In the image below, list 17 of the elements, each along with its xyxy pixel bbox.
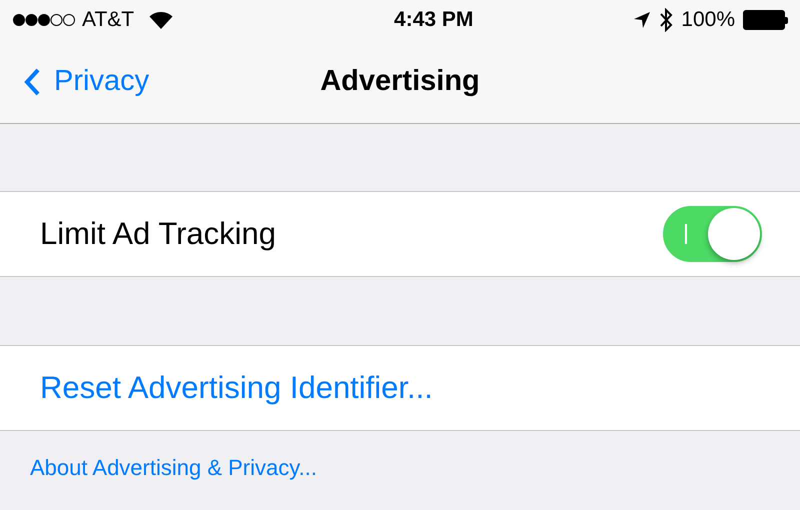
location-arrow-icon: [633, 11, 652, 29]
toggle-switch[interactable]: [663, 206, 762, 262]
wifi-icon: [148, 10, 174, 30]
battery-icon: [743, 10, 788, 30]
toggle-thumb[interactable]: [708, 208, 760, 260]
on-indicator-icon: [685, 224, 687, 244]
about-privacy-link[interactable]: About Advertising & Privacy...: [30, 455, 317, 480]
signal-icon: [12, 13, 76, 27]
carrier-label: AT&T: [82, 7, 134, 34]
bluetooth-icon: [659, 8, 674, 32]
status-time: 4:43 PM: [394, 7, 474, 34]
screen-title: Advertising: [320, 64, 480, 99]
battery-percentage: 100%: [681, 7, 735, 34]
back-chevron-icon: [24, 68, 40, 96]
setting-label: Limit Ad Tracking: [40, 214, 276, 253]
reset-identifier-button[interactable]: Reset Advertising Identifier...: [40, 364, 433, 412]
back-button[interactable]: Privacy: [24, 60, 150, 104]
